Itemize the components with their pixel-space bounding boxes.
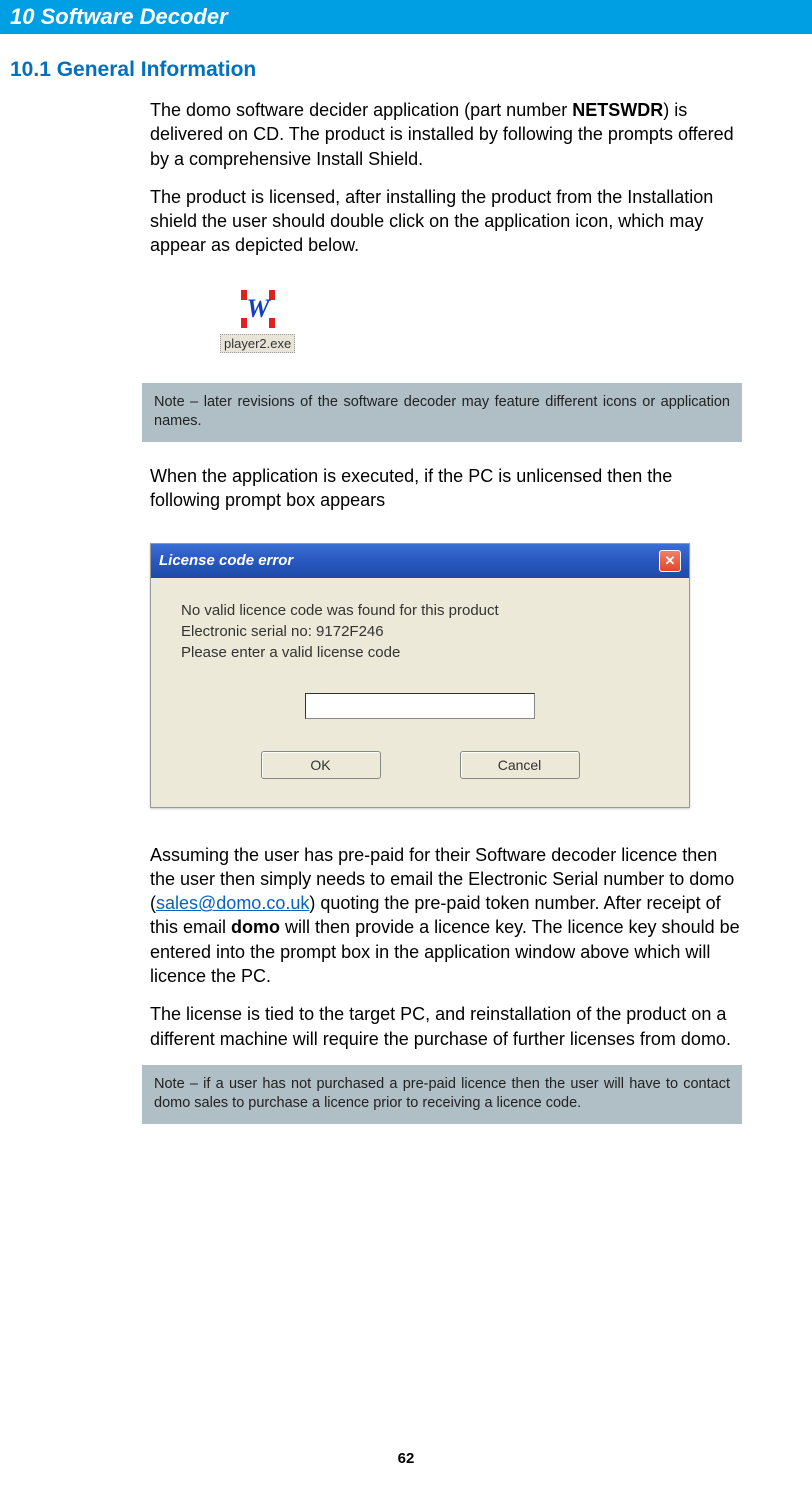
dialog-titlebar: License code error ✕	[151, 544, 689, 578]
paragraph-5: The license is tied to the target PC, an…	[150, 1002, 742, 1051]
email-link[interactable]: sales@domo.co.uk	[156, 893, 309, 913]
dialog-input-wrap	[181, 693, 659, 719]
dialog-buttons: OK Cancel	[181, 751, 659, 789]
app-icon-image: W	[237, 288, 279, 330]
dialog-line-2: Electronic serial no: 9172F246	[181, 623, 659, 640]
dialog-body: No valid licence code was found for this…	[151, 578, 689, 807]
company-name: domo	[231, 917, 280, 937]
cancel-button[interactable]: Cancel	[460, 751, 580, 779]
ok-button[interactable]: OK	[261, 751, 381, 779]
dialog-line-3: Please enter a valid license code	[181, 644, 659, 661]
dialog-title: License code error	[159, 552, 293, 569]
chapter-header: 10 Software Decoder	[0, 0, 812, 34]
page-number: 62	[0, 1450, 812, 1467]
chapter-title: Software Decoder	[41, 4, 228, 29]
note-box-1: Note – later revisions of the software d…	[142, 383, 742, 442]
text: The domo software decider application (p…	[150, 100, 572, 120]
section-title: 10.1 General Information	[10, 58, 812, 82]
paragraph-2: The product is licensed, after installin…	[150, 185, 742, 258]
dialog-figure: License code error ✕ No valid licence co…	[150, 543, 690, 808]
app-icon-figure: W player2.exe	[220, 288, 742, 353]
close-icon[interactable]: ✕	[659, 550, 681, 572]
section-heading: General Information	[57, 58, 257, 81]
content-area: The domo software decider application (p…	[150, 98, 742, 1124]
dialog-line-1: No valid licence code was found for this…	[181, 602, 659, 619]
part-number: NETSWDR	[572, 100, 663, 120]
section-number: 10.1	[10, 58, 51, 81]
note-box-2: Note – if a user has not purchased a pre…	[142, 1065, 742, 1124]
license-code-input[interactable]	[305, 693, 535, 719]
paragraph-3: When the application is executed, if the…	[150, 464, 742, 513]
svg-text:W: W	[246, 294, 271, 323]
paragraph-1: The domo software decider application (p…	[150, 98, 742, 171]
app-icon-label: player2.exe	[220, 334, 295, 353]
app-icon: W player2.exe	[220, 288, 295, 353]
paragraph-4: Assuming the user has pre-paid for their…	[150, 843, 742, 989]
chapter-number: 10	[10, 4, 34, 29]
